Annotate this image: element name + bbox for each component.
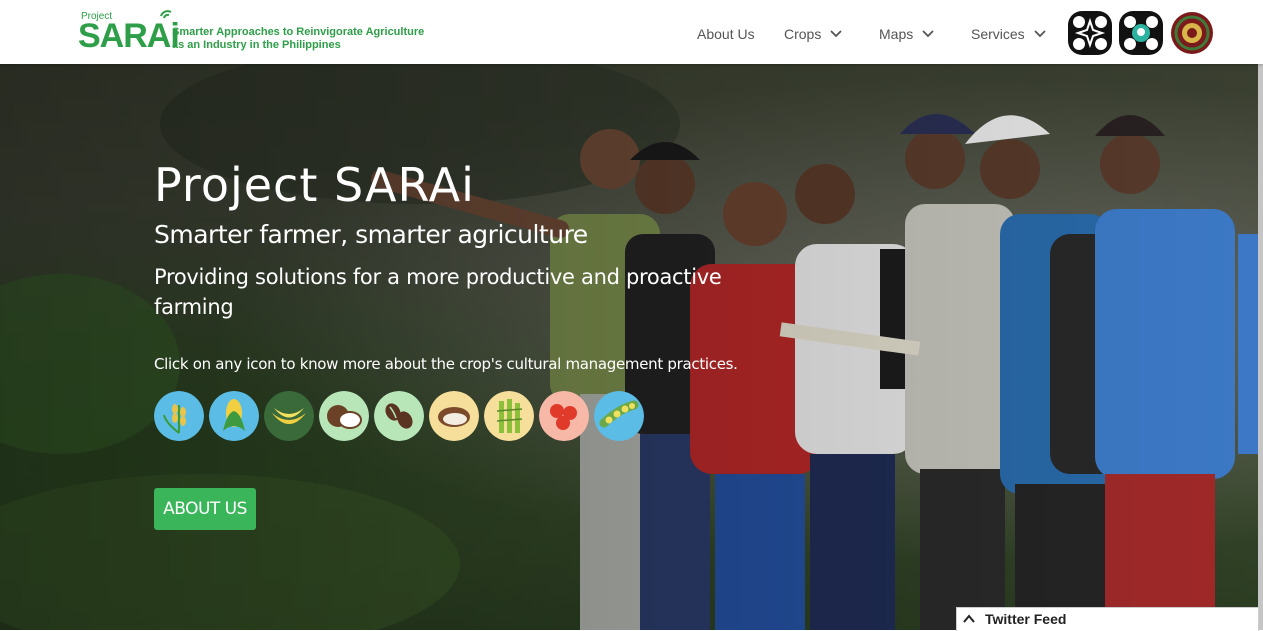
nav-services[interactable]: Services <box>971 24 1046 44</box>
dost-logo[interactable] <box>1119 11 1163 55</box>
nav-crops-label: Crops <box>784 26 822 42</box>
nav-about-us[interactable]: About Us <box>697 24 755 44</box>
chevron-down-icon <box>1034 30 1046 38</box>
logo-tagline-1: Smarter Approaches to Reinvigorate Agric… <box>172 26 425 38</box>
hero-description: Providing solutions for a more productiv… <box>154 265 722 319</box>
nav-maps-label: Maps <box>879 26 914 42</box>
page-scrollbar[interactable] <box>1258 64 1263 630</box>
nav-maps[interactable]: Maps <box>879 24 934 44</box>
logo-tagline-2: as an Industry in the Philippines <box>172 39 341 51</box>
hero-overlay <box>0 64 1258 630</box>
twitter-feed-label: Twitter Feed <box>985 611 1067 627</box>
chevron-up-icon <box>963 614 975 623</box>
sugarcane-icon[interactable] <box>484 391 534 441</box>
coffee-icon[interactable] <box>374 391 424 441</box>
chevron-down-icon <box>830 30 842 38</box>
up-seal-logo[interactable] <box>1170 11 1214 55</box>
soybean-icon[interactable] <box>594 391 644 441</box>
logo-sarai-text: SARAi <box>78 17 180 55</box>
about-us-button[interactable]: ABOUT US <box>154 488 256 530</box>
nav-about-us-label: About Us <box>697 26 755 42</box>
tomato-icon[interactable] <box>539 391 589 441</box>
hero-banner <box>0 64 1258 630</box>
hero-title: Project SARAi <box>154 158 475 212</box>
site-header: Project SARAi Smarter Approaches to Rein… <box>0 0 1263 64</box>
nav-services-label: Services <box>971 26 1025 42</box>
cacao-icon[interactable] <box>429 391 479 441</box>
nav-crops[interactable]: Crops <box>784 24 842 44</box>
hero-subtitle: Smarter farmer, smarter agriculture <box>154 220 588 249</box>
hero-instruction: Click on any icon to know more about the… <box>154 355 738 373</box>
dost-pcaarrd-logo[interactable] <box>1068 11 1112 55</box>
coconut-icon[interactable] <box>319 391 369 441</box>
signal-icon <box>160 10 172 19</box>
twitter-feed-tab[interactable]: Twitter Feed <box>956 607 1259 631</box>
rice-icon[interactable] <box>154 391 204 441</box>
corn-icon[interactable] <box>209 391 259 441</box>
sarai-logo[interactable]: Project SARAi Smarter Approaches to Rein… <box>78 8 438 58</box>
chevron-down-icon <box>922 30 934 38</box>
banana-icon[interactable] <box>264 391 314 441</box>
